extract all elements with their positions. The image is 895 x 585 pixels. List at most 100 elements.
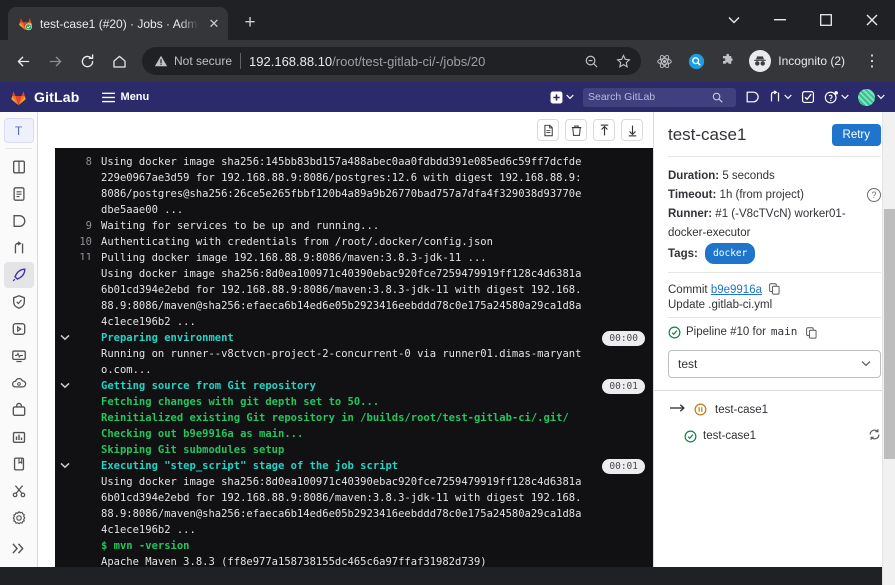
log-line[interactable]: 13Preparing environment00:00 — [55, 330, 653, 346]
sidebar-item-merge-requests[interactable] — [4, 235, 34, 261]
log-line-text: Skipping Git submodules setup — [101, 444, 285, 456]
gitlab-nav-right — [550, 87, 885, 107]
sidebar-item-monitor[interactable] — [4, 343, 34, 369]
chrome-menu-icon[interactable]: ⋮ — [857, 46, 887, 76]
log-line-text: Pulling docker image 192.168.88.9:8086/m… — [101, 252, 487, 264]
collapse-chevron-icon[interactable] — [55, 458, 75, 474]
help-icon[interactable] — [824, 90, 849, 105]
gitlab-menu-button[interactable]: Menu — [101, 91, 149, 103]
issues-icon[interactable] — [745, 90, 759, 104]
pipeline-ref: main — [770, 325, 798, 338]
show-complete-raw-button[interactable] — [537, 119, 559, 141]
sidebar-item-analytics[interactable] — [4, 424, 34, 450]
page-body: T 8 Using docker image sha256:145bb83bd1… — [0, 112, 895, 567]
security-indicator[interactable]: Not secure — [154, 54, 232, 68]
gitlab-logo[interactable]: GitLab — [10, 89, 80, 106]
scroll-to-bottom-button[interactable] — [621, 119, 643, 141]
chevron-down-icon — [784, 94, 792, 100]
todos-icon[interactable] — [801, 90, 815, 104]
react-devtools-extension-icon[interactable] — [649, 46, 679, 76]
warning-triangle-icon — [154, 55, 168, 67]
merge-requests-icon[interactable] — [768, 90, 792, 104]
address-bar[interactable]: Not secure 192.168.88.10/root/test-gitla… — [142, 47, 642, 75]
home-icon[interactable] — [104, 46, 134, 76]
puzzle-extensions-icon[interactable] — [713, 46, 743, 76]
erase-job-log-button[interactable] — [565, 119, 587, 141]
log-line: 12Using docker image sha256:8d0ea100971c… — [55, 266, 653, 330]
tab-search-icon[interactable] — [711, 0, 757, 40]
sidebar-item-settings[interactable] — [4, 505, 34, 531]
job-status-passed-icon — [684, 430, 697, 443]
stage-arrow-icon — [670, 403, 686, 416]
retry-button[interactable]: Retry — [831, 124, 881, 146]
help-icon[interactable]: ? — [867, 188, 881, 202]
search-extension-icon[interactable] — [681, 46, 711, 76]
star-icon[interactable] — [611, 49, 635, 73]
page-scrollbar[interactable] — [882, 112, 895, 585]
log-line-text: Waiting for services to be up and runnin… — [101, 220, 380, 232]
scroll-to-top-button[interactable] — [593, 119, 615, 141]
search-input[interactable] — [588, 91, 708, 103]
job-log-console[interactable]: 8 Using docker image sha256:145bb83bd157a… — [55, 148, 653, 567]
tab-close-icon[interactable]: ✕ — [206, 16, 222, 32]
close-icon[interactable] — [849, 0, 895, 40]
sidebar-item-security-compliance[interactable] — [4, 289, 34, 315]
log-line: 14Running on runner--v8ctvcn-project-2-c… — [55, 346, 653, 378]
profile-label: Incognito (2) — [778, 54, 845, 68]
collapse-chevron-icon[interactable] — [55, 330, 75, 346]
sidebar-item-wiki[interactable] — [4, 451, 34, 477]
job-list-item[interactable]: test-case1 — [654, 422, 895, 450]
sidebar-item-project-overview[interactable] — [4, 154, 34, 180]
page-scrollbar-thumb[interactable] — [884, 209, 895, 459]
project-sidebar: T — [0, 112, 38, 567]
retry-icon[interactable] — [868, 428, 881, 444]
gitlab-search-box[interactable] — [583, 87, 736, 107]
collapse-chevron-icon[interactable] — [55, 378, 75, 394]
sidebar-project-avatar[interactable]: T — [3, 118, 34, 143]
sidebar-item-infrastructure[interactable] — [4, 370, 34, 396]
log-line[interactable]: 15Getting source from Git repository00:0… — [55, 378, 653, 394]
job-item-name: test-case1 — [703, 430, 757, 442]
log-line[interactable]: 20Executing "step_script" stage of the j… — [55, 458, 653, 474]
profile-incognito-button[interactable]: Incognito (2) — [745, 47, 855, 75]
log-line: 8 Using docker image sha256:145bb83bd157a… — [55, 154, 653, 218]
log-line-text: Reinitialized existing Git repository in… — [101, 412, 569, 424]
stage-status-running-icon — [694, 403, 707, 416]
copy-commit-sha-icon[interactable] — [769, 283, 780, 295]
browser-window: test-case1 (#20) · Jobs · Administ ✕ + — [0, 0, 895, 585]
sidebar-item-snippets[interactable] — [4, 478, 34, 504]
log-line-text: Running on runner--v8ctvcn-project-2-con… — [101, 348, 582, 376]
copy-pipeline-ref-icon[interactable] — [806, 326, 817, 339]
pipeline-row: Pipeline #10 for main — [668, 322, 881, 342]
maximize-icon[interactable] — [803, 0, 849, 40]
sidebar-item-ci-cd[interactable] — [3, 262, 34, 288]
new-tab-button[interactable]: + — [236, 9, 264, 37]
sidebar-item-repository[interactable] — [4, 181, 34, 207]
zoom-out-icon[interactable] — [579, 49, 603, 73]
gitlab-tanuki-icon — [11, 90, 26, 105]
tags-row: Tags: docker — [668, 243, 881, 264]
log-line-text: $ mvn -version — [101, 540, 190, 552]
tags-label: Tags: — [668, 248, 698, 260]
log-line: 17Reinitialized existing Git repository … — [55, 410, 653, 426]
commit-sha-link[interactable]: b9e9916a — [711, 284, 762, 296]
timeout-value: 1h (from project) — [719, 189, 804, 201]
minimize-icon[interactable] — [757, 0, 803, 40]
job-meta: Duration: 5 seconds Timeout: 1h (from pr… — [654, 157, 895, 272]
sidebar-expand-button[interactable] — [4, 535, 34, 561]
stage-select[interactable]: test — [668, 350, 881, 378]
reload-icon[interactable] — [72, 46, 102, 76]
sidebar-item-deployments[interactable] — [4, 316, 34, 342]
url-text: 192.168.88.10/root/test-gitlab-ci/-/jobs… — [249, 54, 571, 69]
log-line: 23Apache Maven 3.8.3 (ff8e977a158738155d… — [55, 554, 653, 567]
browser-tab[interactable]: test-case1 (#20) · Jobs · Administ ✕ — [8, 7, 228, 40]
log-line: 9 Waiting for services to be up and runni… — [55, 218, 653, 234]
back-icon[interactable] — [8, 46, 38, 76]
forward-icon[interactable] — [40, 46, 70, 76]
pipeline-label: Pipeline #10 for — [686, 326, 766, 338]
sidebar-item-packages-registries[interactable] — [4, 397, 34, 423]
sidebar-item-issues[interactable] — [4, 208, 34, 234]
job-details-sidebar: test-case1 Retry Duration: 5 seconds Tim… — [653, 112, 895, 567]
user-menu[interactable] — [858, 88, 885, 106]
create-new-button[interactable] — [550, 91, 574, 104]
